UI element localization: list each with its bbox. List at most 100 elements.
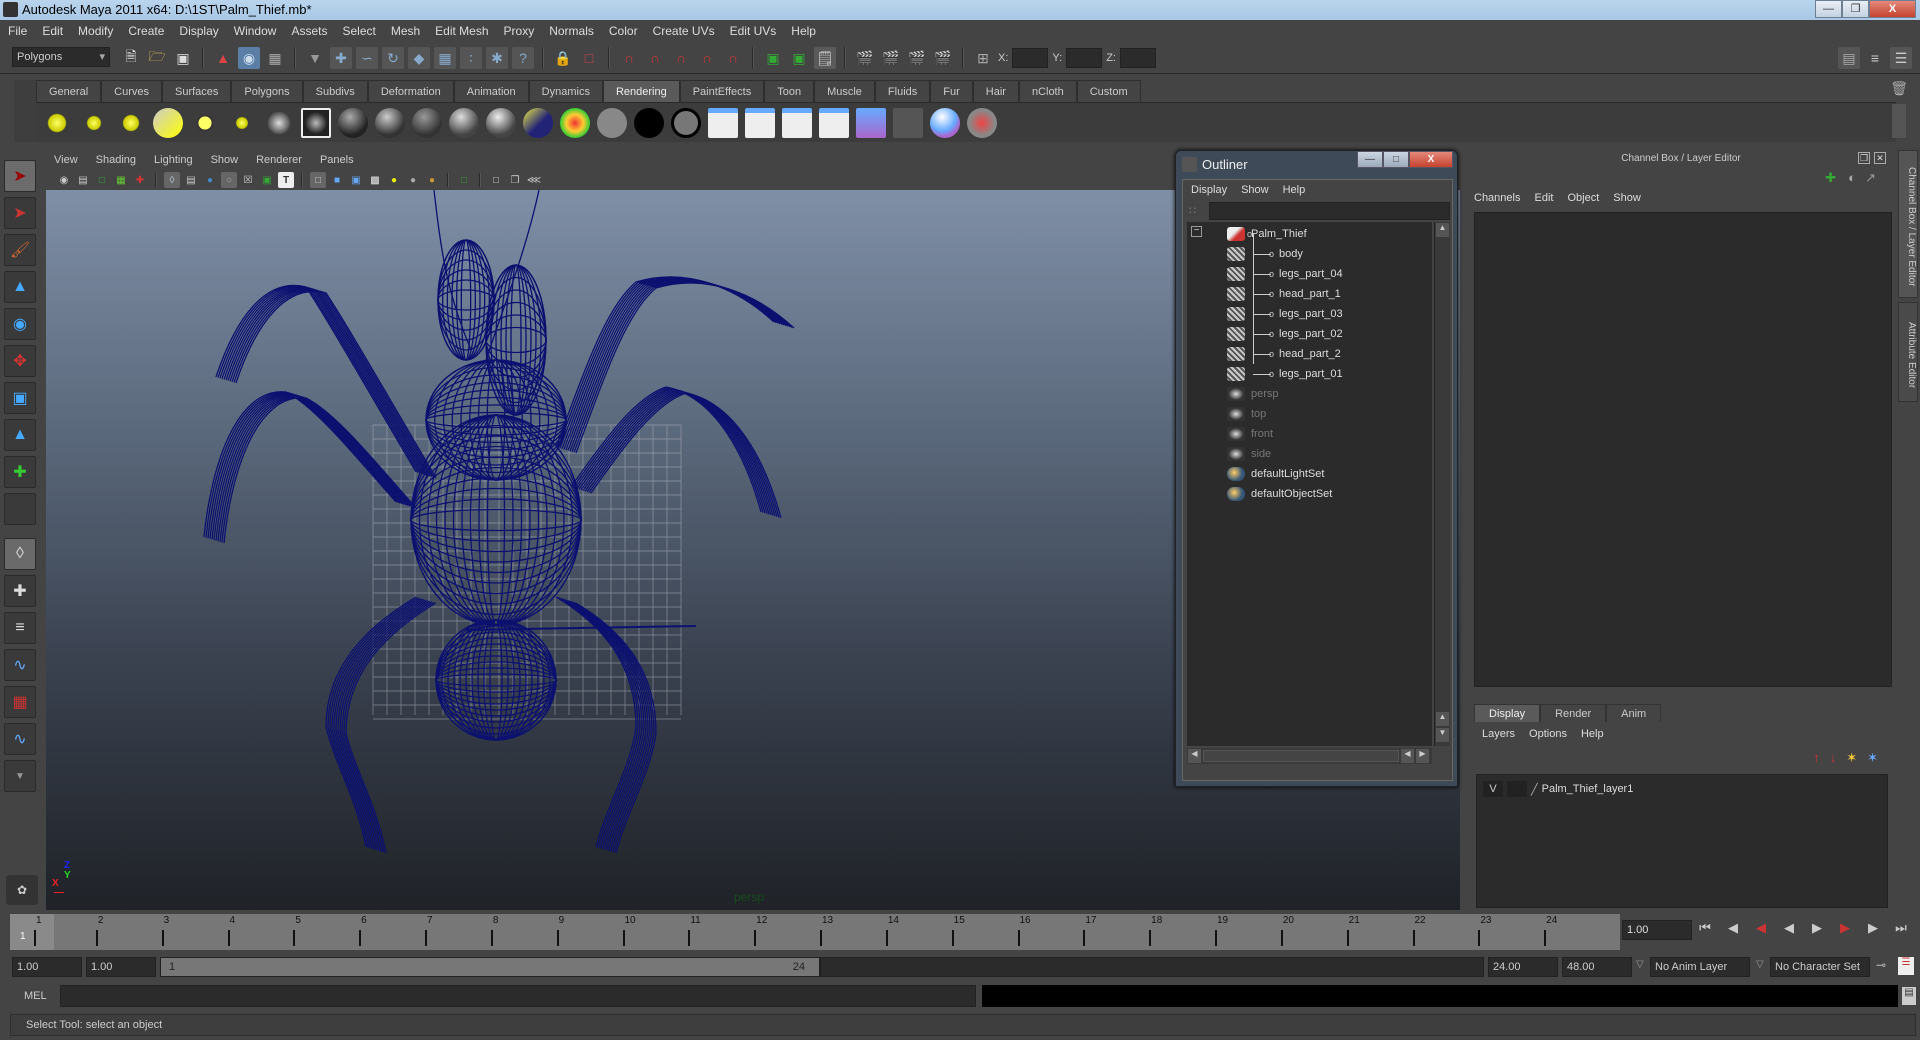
viewport-menu-lighting[interactable]: Lighting [154, 154, 193, 166]
scroll-down-icon[interactable]: ▼ [1436, 728, 1449, 742]
safe-title-icon[interactable]: T [278, 172, 294, 188]
outliner-maximize-button[interactable]: □ [1383, 151, 1409, 168]
shelf-tab-ncloth[interactable]: nCloth [1018, 80, 1077, 102]
blinn-icon[interactable] [338, 107, 368, 138]
anim-layer-dropdown-icon[interactable]: ▽ [1636, 959, 1644, 970]
outliner-menu-help[interactable]: Help [1283, 184, 1306, 196]
arrow-icon[interactable]: ↗ [1865, 170, 1876, 186]
input-ops-icon[interactable]: ▣ [762, 47, 784, 69]
tool-settings-toggle-icon[interactable]: ≡ [1864, 47, 1886, 69]
magnet-icon[interactable]: ∩ [670, 47, 692, 69]
shelf-tab-fluids[interactable]: Fluids [874, 80, 931, 102]
render-current-frame-icon[interactable]: 🎬 [880, 47, 902, 69]
snap-view-icon[interactable]: ✱ [486, 47, 508, 69]
menu-modify[interactable]: Modify [78, 24, 113, 38]
playback-end-field[interactable]: 24.00 [1488, 957, 1558, 977]
light-linking-break-icon[interactable] [893, 107, 923, 138]
layer-color-icon[interactable]: ╱ [1531, 783, 1538, 796]
camera-icon[interactable] [264, 107, 294, 138]
current-time-field[interactable]: 1.00 [1622, 920, 1692, 940]
menu-select[interactable]: Select [342, 24, 375, 38]
phong-icon[interactable] [412, 107, 442, 138]
tab-attribute-editor[interactable]: Attribute Editor [1898, 302, 1918, 402]
shelf-tab-dynamics[interactable]: Dynamics [528, 80, 603, 102]
shelf-scroll-arrows[interactable] [1892, 104, 1906, 138]
grid-toggle-icon[interactable]: ✚ [132, 172, 148, 188]
viewport-menu-shading[interactable]: Shading [96, 154, 136, 166]
xray-joints-icon[interactable]: ❐ [507, 172, 523, 188]
outliner-item[interactable]: o body [1187, 244, 1432, 264]
select-tool[interactable]: ➤ [4, 160, 36, 192]
horizontal-scroll-thumb[interactable] [1203, 750, 1399, 762]
playback-start-field[interactable]: 1.00 [86, 957, 156, 977]
area-light-icon[interactable] [190, 107, 220, 138]
outliner-item[interactable]: o head_part_1 [1187, 284, 1432, 304]
lambert-icon[interactable] [375, 107, 405, 138]
outliner-item[interactable]: side [1187, 444, 1432, 464]
layer-visibility-toggle[interactable]: V [1483, 781, 1503, 797]
outliner-item[interactable]: defaultObjectSet [1187, 484, 1432, 504]
select-camera-icon[interactable]: ◉ [56, 172, 72, 188]
layer-menu-options[interactable]: Options [1529, 728, 1567, 740]
rotate-tool[interactable]: ◉ [4, 308, 36, 340]
tab-channel-box-layer-editor[interactable]: Channel Box / Layer Editor [1898, 150, 1918, 298]
outliner-item[interactable]: front [1187, 424, 1432, 444]
point-light-icon[interactable] [116, 107, 146, 138]
minimize-button[interactable]: — [1815, 0, 1842, 18]
menu-normals[interactable]: Normals [549, 24, 594, 38]
go-to-end-icon[interactable]: ⏭ [1892, 920, 1910, 938]
shelf-tab-surfaces[interactable]: Surfaces [161, 80, 232, 102]
menu-set-dropdown[interactable]: Polygons ▾ [12, 47, 110, 67]
spot-light-icon[interactable] [153, 107, 183, 138]
layer-menu-help[interactable]: Help [1581, 728, 1604, 740]
shelf-tab-deformation[interactable]: Deformation [367, 80, 454, 102]
channel-box-menu-channels[interactable]: Channels [1474, 192, 1520, 204]
surface-shader-outline-icon[interactable] [671, 107, 701, 138]
create-layer-from-selected-icon[interactable]: ✶ [1867, 750, 1878, 766]
gate-mask-icon[interactable]: ○ [221, 172, 237, 188]
shelf-tab-fur[interactable]: Fur [930, 80, 973, 102]
outliner-item[interactable]: o legs_part_01 [1187, 364, 1432, 384]
trash-icon[interactable]: 🗑 [1890, 80, 1908, 97]
select-by-component-icon[interactable]: ▦ [264, 47, 286, 69]
create-empty-layer-icon[interactable]: ✶ [1846, 750, 1857, 766]
move-tool[interactable]: ▲ [4, 271, 36, 303]
attribute-editor-toggle-icon[interactable]: ▤ [1838, 47, 1860, 69]
outliner-item[interactable]: o legs_part_04 [1187, 264, 1432, 284]
surface-shader-black-icon[interactable] [634, 107, 664, 138]
save-scene-icon[interactable]: ▣ [172, 47, 194, 69]
shelf-handle[interactable] [14, 80, 36, 142]
move-layer-up-icon[interactable]: ↑ [1813, 750, 1820, 766]
shelf-tab-polygons[interactable]: Polygons [231, 80, 303, 102]
menu-file[interactable]: File [8, 24, 27, 38]
viewport-menu-view[interactable]: View [54, 154, 78, 166]
scroll-left-icon[interactable]: ◀ [1401, 749, 1414, 763]
step-back-key-icon[interactable]: ◀ [1724, 920, 1742, 938]
show-manipulator-tool[interactable]: ✚ [4, 456, 36, 488]
close-panel-icon[interactable]: ✕ [1874, 152, 1886, 164]
anisotropic-icon[interactable] [486, 107, 516, 138]
outliner-vertical-scrollbar[interactable]: ▲ ▲ ▼ [1434, 222, 1450, 746]
channel-box-toggle-icon[interactable]: ☰ [1890, 47, 1912, 69]
ambient-light-icon[interactable] [42, 107, 72, 138]
select-highlight-icon[interactable]: □ [578, 47, 600, 69]
menu-edit-mesh[interactable]: Edit Mesh [435, 24, 488, 38]
phonge-icon[interactable] [449, 107, 479, 138]
soft-modification-tool[interactable]: ▲ [4, 419, 36, 451]
magnet-curve-icon[interactable]: ∩ [722, 47, 744, 69]
bookmark-icon[interactable]: □ [94, 172, 110, 188]
animation-end-field[interactable]: 48.00 [1562, 957, 1632, 977]
wireframe-on-shaded-icon[interactable]: ▣ [348, 172, 364, 188]
volume-light-icon[interactable] [227, 107, 257, 138]
smooth-shade-icon[interactable]: ■ [329, 172, 345, 188]
layer-row[interactable]: V ╱ Palm_Thief_layer1 [1483, 781, 1633, 797]
ipr-render-icon[interactable] [745, 107, 775, 138]
film-gate-icon[interactable]: ▤ [183, 172, 199, 188]
viewport-menu-show[interactable]: Show [211, 154, 239, 166]
step-back-frame-icon[interactable]: ◀ [1752, 920, 1770, 938]
layer-tab-display[interactable]: Display [1474, 704, 1541, 722]
character-set-field[interactable]: No Character Set [1770, 957, 1870, 977]
camera-attributes-icon[interactable]: ▤ [75, 172, 91, 188]
menu-proxy[interactable]: Proxy [504, 24, 535, 38]
open-scene-icon[interactable]: 🗁 [146, 47, 168, 69]
